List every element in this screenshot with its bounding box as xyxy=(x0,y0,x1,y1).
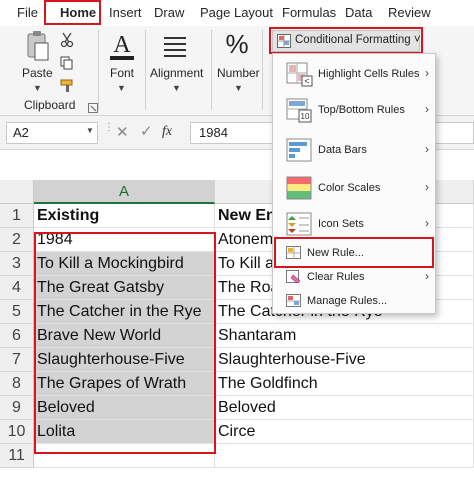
tab-formulas[interactable]: Formulas xyxy=(282,4,336,22)
cell-b10[interactable]: Circe xyxy=(215,420,474,444)
number-label[interactable]: Number xyxy=(217,66,260,80)
paste-label[interactable]: Paste xyxy=(22,66,53,80)
ribbon-separator xyxy=(262,30,263,110)
tab-review[interactable]: Review xyxy=(388,4,431,22)
tab-draw[interactable]: Draw xyxy=(154,4,184,22)
cell-b11[interactable] xyxy=(215,444,474,468)
row-header[interactable]: 7 xyxy=(0,348,34,372)
font-icon[interactable]: A xyxy=(108,30,136,64)
menu-item-label: Icon Sets xyxy=(318,218,364,230)
row-header[interactable]: 1 xyxy=(0,204,34,228)
cell-b7[interactable]: Slaughterhouse-Five xyxy=(215,348,474,372)
tab-file[interactable]: File xyxy=(17,4,38,22)
tab-page-layout[interactable]: Page Layout xyxy=(200,4,273,22)
enter-icon[interactable]: ✓ xyxy=(140,122,153,140)
home-tab-highlight xyxy=(44,0,101,25)
menu-item-top-bottom-rules[interactable]: 10 Top/Bottom Rules › xyxy=(273,94,435,128)
submenu-arrow-icon: › xyxy=(425,66,429,80)
formula-bar-grip-icon[interactable]: ⋮ xyxy=(104,123,114,133)
color-scales-icon xyxy=(286,176,314,202)
menu-item-label: Data Bars xyxy=(318,144,367,156)
copy-icon[interactable] xyxy=(60,56,74,70)
conditional-formatting-menu: < Highlight Cells Rules › 10 Top/Bottom … xyxy=(272,53,436,314)
svg-text:<: < xyxy=(304,76,309,86)
insert-function-icon[interactable]: fx xyxy=(162,124,172,140)
menu-item-label: Color Scales xyxy=(318,182,381,194)
menu-item-label: Clear Rules xyxy=(307,271,365,283)
ribbon-separator xyxy=(211,30,212,110)
row-header[interactable]: 10 xyxy=(0,420,34,444)
paste-icon[interactable] xyxy=(26,30,50,64)
select-all-corner[interactable] xyxy=(0,180,34,204)
clipboard-launcher-icon[interactable] xyxy=(88,100,98,113)
tab-insert[interactable]: Insert xyxy=(109,4,142,22)
cut-icon[interactable] xyxy=(60,32,74,48)
new-rule-highlight xyxy=(274,237,434,268)
cell-b8[interactable]: The Goldfinch xyxy=(215,372,474,396)
top-bottom-rules-icon: 10 xyxy=(286,98,314,124)
format-painter-icon[interactable] xyxy=(60,79,76,93)
data-bars-icon xyxy=(286,138,314,164)
ribbon-separator xyxy=(145,30,146,110)
alignment-dropdown-icon[interactable]: ▼ xyxy=(172,83,181,93)
row-header[interactable]: 3 xyxy=(0,252,34,276)
clear-rules-icon xyxy=(286,270,302,284)
cancel-icon[interactable]: ✕ xyxy=(116,123,129,141)
selected-range-highlight xyxy=(34,232,216,454)
alignment-icon[interactable] xyxy=(163,34,187,58)
submenu-arrow-icon: › xyxy=(425,269,429,283)
tab-data[interactable]: Data xyxy=(345,4,372,22)
ribbon-separator xyxy=(98,30,99,110)
clipboard-group-label: Clipboard xyxy=(24,98,76,112)
menu-item-highlight-cells-rules[interactable]: < Highlight Cells Rules › xyxy=(273,58,435,92)
conditional-formatting-highlight xyxy=(269,27,423,54)
percent-icon[interactable]: % xyxy=(224,28,250,60)
row-header[interactable]: 2 xyxy=(0,228,34,252)
row-header[interactable]: 5 xyxy=(0,300,34,324)
submenu-arrow-icon: › xyxy=(425,216,429,230)
menu-item-manage-rules[interactable]: Manage Rules... xyxy=(273,290,435,312)
icon-sets-icon xyxy=(286,212,314,238)
row-header[interactable]: 8 xyxy=(0,372,34,396)
svg-text:10: 10 xyxy=(301,112,310,121)
name-box-dropdown-icon[interactable]: ▼ xyxy=(86,126,94,135)
name-box[interactable]: A2 xyxy=(6,122,98,144)
menu-item-clear-rules[interactable]: Clear Rules › xyxy=(273,266,435,288)
cell-a1[interactable]: Existing xyxy=(34,204,215,228)
menu-item-color-scales[interactable]: Color Scales › xyxy=(273,172,435,206)
manage-rules-icon xyxy=(286,294,302,308)
cell-b6[interactable]: Shantaram xyxy=(215,324,474,348)
menu-item-label: Manage Rules... xyxy=(307,295,388,307)
menu-item-label: Highlight Cells Rules xyxy=(318,68,420,80)
menu-item-data-bars[interactable]: Data Bars › xyxy=(273,134,435,168)
highlight-cells-rules-icon: < xyxy=(286,62,314,88)
font-label[interactable]: Font xyxy=(110,66,134,80)
row-header[interactable]: 6 xyxy=(0,324,34,348)
number-dropdown-icon[interactable]: ▼ xyxy=(234,83,243,93)
submenu-arrow-icon: › xyxy=(425,102,429,116)
column-header-a[interactable]: A xyxy=(34,180,215,204)
submenu-arrow-icon: › xyxy=(425,142,429,156)
alignment-label[interactable]: Alignment xyxy=(150,66,203,80)
cell-b9[interactable]: Beloved xyxy=(215,396,474,420)
paste-dropdown-icon[interactable]: ▼ xyxy=(33,83,42,93)
svg-text:A: A xyxy=(113,32,131,58)
submenu-arrow-icon: › xyxy=(425,180,429,194)
row-header[interactable]: 9 xyxy=(0,396,34,420)
row-header[interactable]: 4 xyxy=(0,276,34,300)
font-dropdown-icon[interactable]: ▼ xyxy=(117,83,126,93)
menu-item-label: Top/Bottom Rules xyxy=(318,104,405,116)
row-header[interactable]: 11 xyxy=(0,444,34,468)
